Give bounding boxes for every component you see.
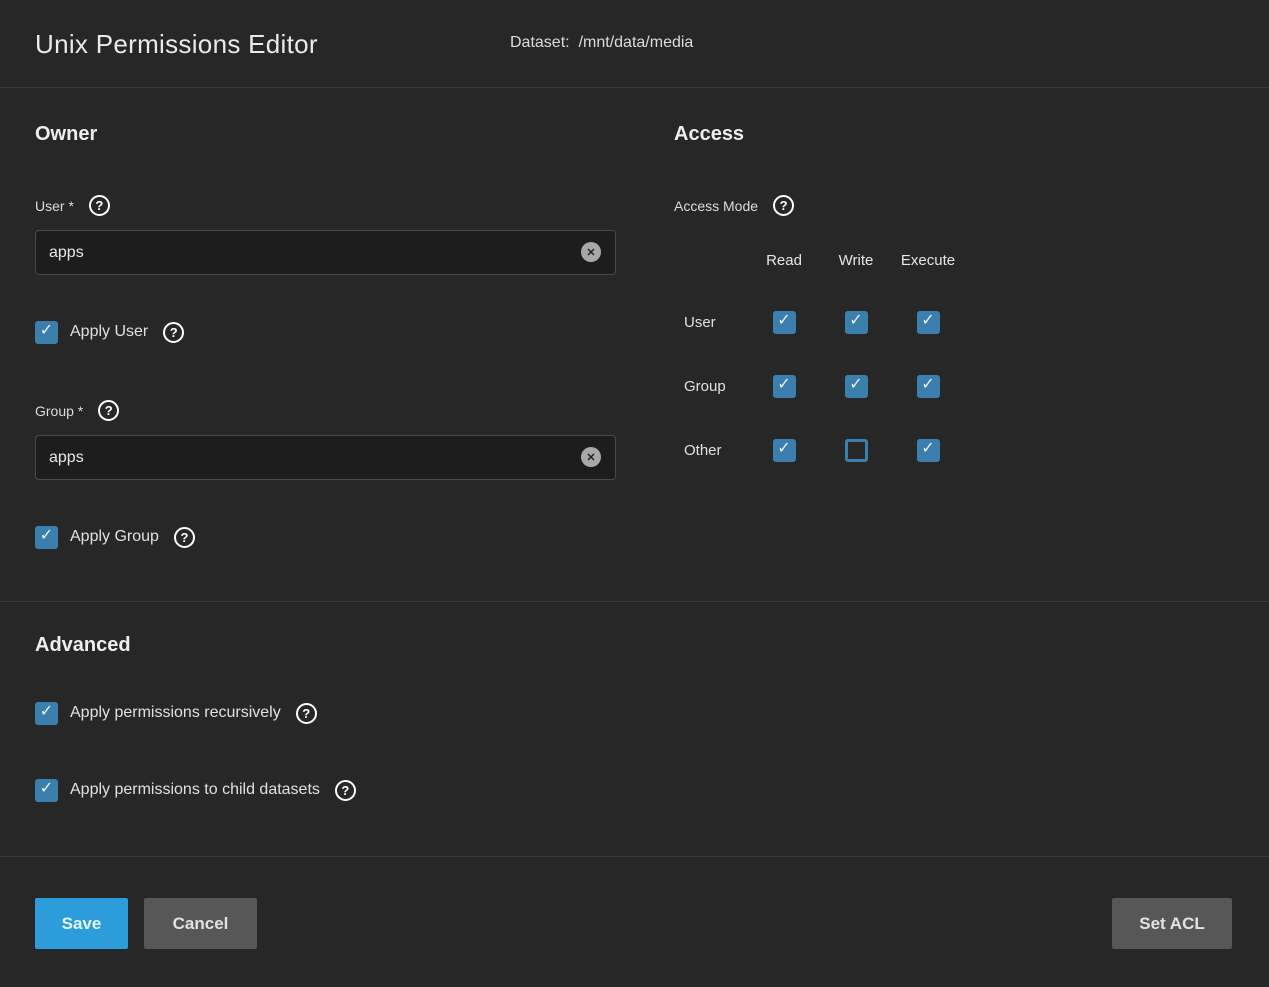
- user-execute-checkbox[interactable]: ✓: [917, 311, 940, 334]
- owner-heading: Owner: [35, 121, 674, 147]
- apply-recursively-label: Apply permissions recursively: [70, 704, 281, 722]
- check-icon: ✓: [849, 377, 862, 393]
- user-field-label: User *: [35, 198, 74, 214]
- check-icon: ✓: [777, 313, 790, 329]
- matrix-row-label: Group: [684, 378, 748, 395]
- apply-recursively-row: ✓ Apply permissions recursively ?: [35, 701, 1269, 725]
- owner-access-section: Owner User * ? ✕ ✓ Apply User ? Group * …: [0, 88, 1269, 601]
- save-button[interactable]: Save: [35, 898, 128, 949]
- matrix-col-execute: Execute: [892, 252, 964, 269]
- group-read-checkbox[interactable]: ✓: [773, 375, 796, 398]
- user-input[interactable]: [35, 230, 616, 275]
- group-input-wrap: ✕: [35, 435, 616, 480]
- access-heading: Access: [674, 121, 1269, 147]
- header-bar: Unix Permissions Editor Dataset: /mnt/da…: [0, 0, 1269, 88]
- other-write-checkbox[interactable]: ✓: [845, 439, 868, 462]
- apply-child-datasets-row: ✓ Apply permissions to child datasets ?: [35, 778, 1269, 802]
- owner-column: Owner User * ? ✕ ✓ Apply User ? Group * …: [0, 88, 674, 549]
- other-read-checkbox[interactable]: ✓: [773, 439, 796, 462]
- user-write-checkbox[interactable]: ✓: [845, 311, 868, 334]
- matrix-row-group: Group ✓ ✓ ✓: [684, 374, 1269, 398]
- help-icon[interactable]: ?: [296, 703, 317, 724]
- help-icon[interactable]: ?: [89, 195, 110, 216]
- apply-user-label: Apply User: [70, 323, 148, 341]
- matrix-row-other: Other ✓ ✓ ✓: [684, 438, 1269, 462]
- matrix-row-label: User: [684, 314, 748, 331]
- help-icon[interactable]: ?: [163, 322, 184, 343]
- help-icon[interactable]: ?: [773, 195, 794, 216]
- check-icon: ✓: [40, 781, 53, 797]
- apply-group-row: ✓ Apply Group ?: [35, 525, 674, 549]
- access-mode-label: Access Mode: [674, 198, 758, 214]
- check-icon: ✓: [921, 441, 934, 457]
- check-icon: ✓: [40, 528, 53, 544]
- user-input-wrap: ✕: [35, 230, 616, 275]
- apply-child-datasets-checkbox[interactable]: ✓: [35, 779, 58, 802]
- apply-recursively-checkbox[interactable]: ✓: [35, 702, 58, 725]
- footer-actions: Save Cancel Set ACL: [0, 856, 1269, 949]
- check-icon: ✓: [40, 704, 53, 720]
- group-field-label: Group *: [35, 403, 83, 419]
- clear-icon[interactable]: ✕: [581, 447, 601, 467]
- dataset-info: Dataset: /mnt/data/media: [510, 34, 693, 52]
- matrix-header-row: Read Write Execute: [684, 250, 1269, 270]
- user-read-checkbox[interactable]: ✓: [773, 311, 796, 334]
- dataset-label: Dataset:: [510, 34, 570, 52]
- access-column: Access Access Mode ? Read Write Execute …: [674, 88, 1269, 549]
- access-mode-label-row: Access Mode ?: [674, 195, 1269, 216]
- matrix-col-write: Write: [820, 252, 892, 269]
- cancel-button[interactable]: Cancel: [144, 898, 257, 949]
- check-icon: ✓: [921, 313, 934, 329]
- access-mode-matrix: Read Write Execute User ✓ ✓ ✓ Group ✓ ✓ …: [674, 250, 1269, 462]
- apply-group-checkbox[interactable]: ✓: [35, 526, 58, 549]
- user-field-label-row: User * ?: [35, 195, 674, 216]
- check-icon: ✓: [40, 323, 53, 339]
- apply-child-datasets-label: Apply permissions to child datasets: [70, 781, 320, 799]
- help-icon[interactable]: ?: [174, 527, 195, 548]
- group-write-checkbox[interactable]: ✓: [845, 375, 868, 398]
- matrix-col-read: Read: [748, 252, 820, 269]
- help-icon[interactable]: ?: [98, 400, 119, 421]
- check-icon: ✓: [921, 377, 934, 393]
- help-icon[interactable]: ?: [335, 780, 356, 801]
- matrix-row-user: User ✓ ✓ ✓: [684, 310, 1269, 334]
- check-icon: ✓: [777, 441, 790, 457]
- page-title: Unix Permissions Editor: [35, 29, 318, 60]
- apply-user-checkbox[interactable]: ✓: [35, 321, 58, 344]
- set-acl-button[interactable]: Set ACL: [1112, 898, 1232, 949]
- advanced-heading: Advanced: [35, 632, 1269, 658]
- dataset-path: /mnt/data/media: [579, 34, 694, 52]
- group-field-label-row: Group * ?: [35, 400, 674, 421]
- apply-user-row: ✓ Apply User ?: [35, 320, 674, 344]
- matrix-row-label: Other: [684, 442, 748, 459]
- clear-icon[interactable]: ✕: [581, 242, 601, 262]
- apply-group-label: Apply Group: [70, 528, 159, 546]
- check-icon: ✓: [777, 377, 790, 393]
- advanced-section: Advanced ✓ Apply permissions recursively…: [0, 601, 1269, 802]
- check-icon: ✓: [849, 313, 862, 329]
- group-execute-checkbox[interactable]: ✓: [917, 375, 940, 398]
- group-input[interactable]: [35, 435, 616, 480]
- other-execute-checkbox[interactable]: ✓: [917, 439, 940, 462]
